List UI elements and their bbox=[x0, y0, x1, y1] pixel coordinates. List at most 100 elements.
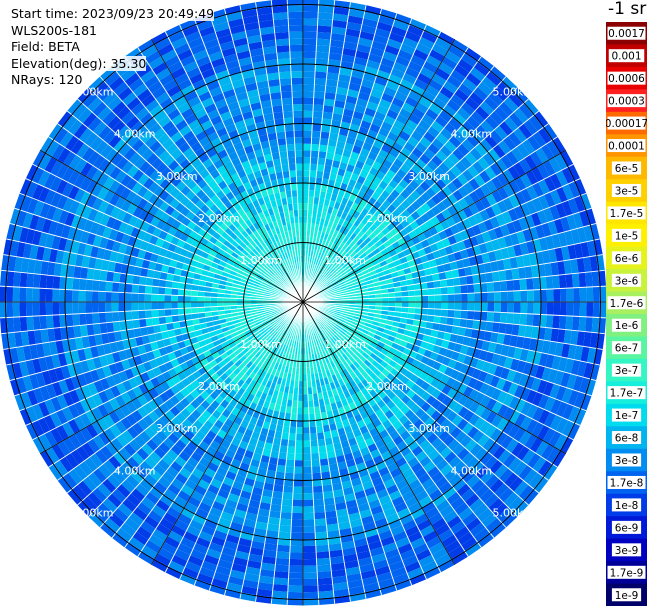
ppi-cell bbox=[314, 511, 326, 520]
ppi-cell bbox=[314, 518, 327, 526]
ppi-cell bbox=[320, 464, 330, 473]
ppi-cell bbox=[310, 452, 320, 461]
ppi-cell bbox=[441, 302, 449, 310]
ppi-cell bbox=[526, 302, 534, 315]
ppi-cell bbox=[578, 316, 587, 332]
ppi-cell bbox=[296, 420, 303, 428]
ppi-cell bbox=[276, 544, 291, 553]
ppi-cell bbox=[105, 291, 112, 302]
ppi-cell bbox=[271, 590, 288, 599]
ppi-cell bbox=[46, 275, 54, 289]
ppi-cell bbox=[309, 433, 318, 441]
ppi-cell bbox=[313, 91, 326, 99]
ppi-cell bbox=[559, 288, 567, 302]
ppi-cell bbox=[315, 531, 328, 540]
ppi-cell bbox=[105, 302, 112, 313]
ppi-cell bbox=[289, 545, 303, 553]
ppi-cell bbox=[295, 433, 303, 441]
ppi-cell bbox=[144, 293, 152, 302]
ppi-cell bbox=[303, 18, 318, 26]
ppi-cell bbox=[467, 310, 475, 320]
ppi-cell bbox=[91, 302, 99, 314]
ppi-cell bbox=[98, 302, 106, 313]
ppi-cell bbox=[303, 565, 318, 573]
ppi-cell bbox=[72, 277, 80, 291]
ppi-cell bbox=[428, 302, 435, 309]
ppi-cell bbox=[592, 286, 600, 302]
ppi-cell bbox=[125, 319, 134, 330]
ppi-cell bbox=[317, 18, 333, 27]
ppi-cell bbox=[280, 505, 293, 513]
ppi-cell bbox=[507, 290, 515, 302]
ppi-cell bbox=[303, 552, 317, 560]
ppi-cell bbox=[319, 137, 329, 146]
ppi-cell bbox=[111, 282, 120, 293]
ppi-cell bbox=[32, 315, 41, 331]
ppi-cell bbox=[290, 525, 303, 533]
ppi-cell bbox=[303, 110, 314, 118]
ppi-cell bbox=[465, 275, 474, 285]
ppi-cell bbox=[565, 315, 574, 331]
ppi-cell bbox=[303, 11, 319, 19]
ppi-cell bbox=[493, 312, 501, 323]
ppi-cell bbox=[310, 157, 319, 165]
ppi-cell bbox=[98, 312, 107, 324]
ppi-cell bbox=[287, 446, 296, 454]
ppi-cell bbox=[303, 64, 316, 72]
ppi-cell bbox=[106, 271, 115, 282]
ppi-cell bbox=[303, 460, 312, 467]
ppi-cell bbox=[494, 291, 501, 302]
ppi-cell bbox=[303, 466, 312, 474]
ppi-cell bbox=[303, 578, 318, 586]
ppi-cell bbox=[283, 485, 294, 494]
ppi-cell bbox=[158, 309, 166, 318]
ppi-cell bbox=[303, 189, 309, 197]
ppi-cell bbox=[144, 309, 153, 319]
ppi-cell bbox=[45, 302, 53, 316]
ppi-cell bbox=[303, 525, 316, 533]
ppi-cell bbox=[125, 274, 134, 285]
ppi-cell bbox=[579, 287, 587, 302]
ppi-cell bbox=[52, 288, 60, 302]
ppi-cell bbox=[297, 400, 303, 408]
ppi-cell bbox=[19, 316, 28, 332]
ppi-cell bbox=[546, 302, 554, 316]
ppi-cell bbox=[106, 322, 115, 333]
ppi-cell bbox=[303, 591, 319, 599]
ppi-cell bbox=[314, 525, 328, 533]
ppi-cell bbox=[322, 111, 333, 120]
ppi-cell bbox=[303, 77, 315, 85]
ppi-cell bbox=[487, 302, 495, 313]
ppi-cell bbox=[311, 130, 321, 138]
ppi-cell bbox=[318, 5, 335, 14]
ppi-cell bbox=[323, 490, 334, 499]
ppi-cell bbox=[303, 156, 311, 164]
ppi-cell bbox=[303, 183, 310, 191]
ppi-cell bbox=[171, 308, 179, 316]
ppi-cell bbox=[278, 451, 288, 460]
ppi-cell bbox=[290, 532, 303, 540]
ppi-cell bbox=[320, 131, 330, 140]
ppi-cell bbox=[92, 279, 100, 292]
ppi-cell bbox=[151, 309, 159, 318]
ppi-cell bbox=[311, 466, 321, 474]
ppi-cell bbox=[491, 271, 500, 282]
ppi-cell bbox=[546, 288, 554, 302]
ppi-cell bbox=[317, 25, 332, 34]
ppi-cell bbox=[323, 497, 335, 506]
ppi-cell bbox=[296, 413, 303, 421]
ppi-cell bbox=[447, 294, 455, 302]
ppi-cell bbox=[32, 302, 40, 317]
ppi-cell bbox=[287, 591, 303, 599]
ppi-cell bbox=[303, 123, 313, 131]
ppi-cell bbox=[459, 276, 468, 286]
ppi-cell bbox=[124, 302, 132, 312]
ppi-cell bbox=[19, 302, 27, 317]
ppi-cell bbox=[318, 144, 328, 153]
ppi-cell bbox=[273, 484, 284, 493]
ppi-cell bbox=[513, 290, 521, 302]
ppi-cell bbox=[284, 472, 295, 480]
ppi-cell bbox=[315, 544, 330, 553]
ppi-cell bbox=[465, 319, 474, 329]
ppi-cell bbox=[303, 163, 311, 171]
